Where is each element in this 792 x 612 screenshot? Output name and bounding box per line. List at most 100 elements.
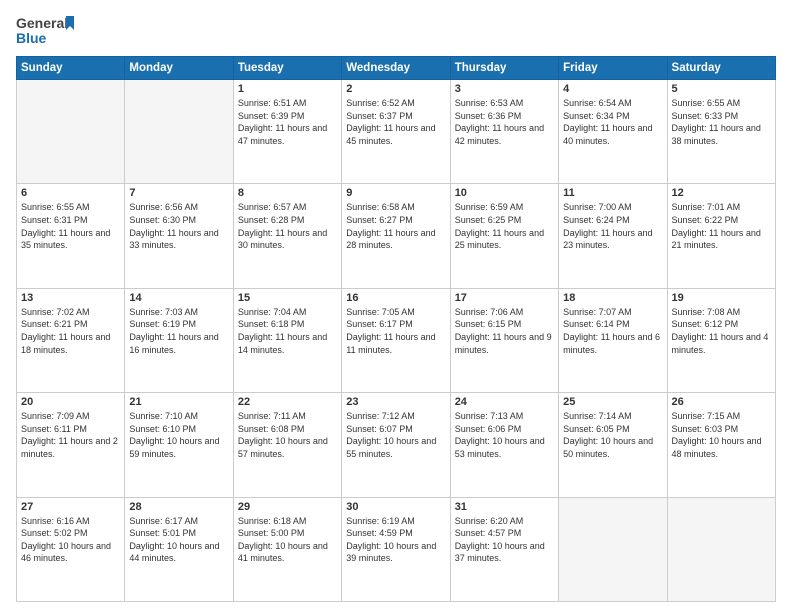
weekday-header-row: SundayMondayTuesdayWednesdayThursdayFrid… (17, 57, 776, 80)
cell-content: Sunrise: 7:13 AM Sunset: 6:06 PM Dayligh… (455, 410, 554, 460)
day-number: 15 (238, 292, 337, 304)
calendar-cell: 3 Sunrise: 6:53 AM Sunset: 6:36 PM Daylig… (450, 80, 558, 184)
cell-content: Sunrise: 6:59 AM Sunset: 6:25 PM Dayligh… (455, 201, 554, 251)
calendar-cell: 21 Sunrise: 7:10 AM Sunset: 6:10 PM Dayli… (125, 393, 233, 497)
cell-content: Sunrise: 7:04 AM Sunset: 6:18 PM Dayligh… (238, 306, 337, 356)
day-number: 9 (346, 187, 445, 199)
cell-content: Sunrise: 6:52 AM Sunset: 6:37 PM Dayligh… (346, 97, 445, 147)
day-number: 2 (346, 83, 445, 95)
calendar-cell: 11 Sunrise: 7:00 AM Sunset: 6:24 PM Dayli… (559, 184, 667, 288)
day-number: 30 (346, 501, 445, 513)
cell-content: Sunrise: 7:00 AM Sunset: 6:24 PM Dayligh… (563, 201, 662, 251)
calendar-cell: 18Sunrise: 7:07 AM Sunset: 6:14 PM Dayli… (559, 288, 667, 392)
weekday-header-wednesday: Wednesday (342, 57, 450, 80)
cell-content: Sunrise: 7:06 AM Sunset: 6:15 PM Dayligh… (455, 306, 554, 356)
calendar-cell (17, 80, 125, 184)
cell-content: Sunrise: 7:05 AM Sunset: 6:17 PM Dayligh… (346, 306, 445, 356)
day-number: 29 (238, 501, 337, 513)
weekday-header-friday: Friday (559, 57, 667, 80)
cell-content: Sunrise: 7:03 AM Sunset: 6:19 PM Dayligh… (129, 306, 228, 356)
day-number: 8 (238, 187, 337, 199)
day-number: 22 (238, 396, 337, 408)
calendar-cell: 4 Sunrise: 6:54 AM Sunset: 6:34 PM Daylig… (559, 80, 667, 184)
day-number: 7 (129, 187, 228, 199)
cell-content: Sunrise: 6:54 AM Sunset: 6:34 PM Dayligh… (563, 97, 662, 147)
calendar-cell: 14 Sunrise: 7:03 AM Sunset: 6:19 PM Dayli… (125, 288, 233, 392)
weekday-header-saturday: Saturday (667, 57, 775, 80)
calendar-cell: 28 Sunrise: 6:17 AM Sunset: 5:01 PM Dayli… (125, 497, 233, 601)
calendar-cell: 7 Sunrise: 6:56 AM Sunset: 6:30 PM Daylig… (125, 184, 233, 288)
weekday-header-monday: Monday (125, 57, 233, 80)
day-number: 3 (455, 83, 554, 95)
week-row-4: 20 Sunrise: 7:09 AM Sunset: 6:11 PM Dayli… (17, 393, 776, 497)
day-number: 27 (21, 501, 120, 513)
cell-content: Sunrise: 7:15 AM Sunset: 6:03 PM Dayligh… (672, 410, 771, 460)
logo-svg: GeneralBlue (16, 12, 76, 48)
cell-content: Sunrise: 7:09 AM Sunset: 6:11 PM Dayligh… (21, 410, 120, 460)
cell-content: Sunrise: 6:58 AM Sunset: 6:27 PM Dayligh… (346, 201, 445, 251)
cell-content: Sunrise: 6:17 AM Sunset: 5:01 PM Dayligh… (129, 515, 228, 565)
calendar-cell: 31Sunrise: 6:20 AM Sunset: 4:57 PM Dayli… (450, 497, 558, 601)
calendar-cell: 12Sunrise: 7:01 AM Sunset: 6:22 PM Dayli… (667, 184, 775, 288)
calendar-table: SundayMondayTuesdayWednesdayThursdayFrid… (16, 56, 776, 602)
day-number: 1 (238, 83, 337, 95)
calendar-cell: 22 Sunrise: 7:11 AM Sunset: 6:08 PM Dayli… (233, 393, 341, 497)
day-number: 25 (563, 396, 662, 408)
day-number: 6 (21, 187, 120, 199)
calendar-cell: 27Sunrise: 6:16 AM Sunset: 5:02 PM Dayli… (17, 497, 125, 601)
calendar-cell: 25 Sunrise: 7:14 AM Sunset: 6:05 PM Dayli… (559, 393, 667, 497)
calendar-cell: 17Sunrise: 7:06 AM Sunset: 6:15 PM Dayli… (450, 288, 558, 392)
cell-content: Sunrise: 7:01 AM Sunset: 6:22 PM Dayligh… (672, 201, 771, 251)
day-number: 11 (563, 187, 662, 199)
calendar-cell: 30Sunrise: 6:19 AM Sunset: 4:59 PM Dayli… (342, 497, 450, 601)
cell-content: Sunrise: 6:57 AM Sunset: 6:28 PM Dayligh… (238, 201, 337, 251)
day-number: 23 (346, 396, 445, 408)
day-number: 4 (563, 83, 662, 95)
calendar-cell: 26 Sunrise: 7:15 AM Sunset: 6:03 PM Dayli… (667, 393, 775, 497)
weekday-header-thursday: Thursday (450, 57, 558, 80)
svg-text:Blue: Blue (16, 30, 47, 46)
calendar-cell (125, 80, 233, 184)
calendar-cell: 20 Sunrise: 7:09 AM Sunset: 6:11 PM Dayli… (17, 393, 125, 497)
cell-content: Sunrise: 6:56 AM Sunset: 6:30 PM Dayligh… (129, 201, 228, 251)
calendar-cell: 2 Sunrise: 6:52 AM Sunset: 6:37 PM Daylig… (342, 80, 450, 184)
calendar-cell: 19 Sunrise: 7:08 AM Sunset: 6:12 PM Dayli… (667, 288, 775, 392)
cell-content: Sunrise: 6:51 AM Sunset: 6:39 PM Dayligh… (238, 97, 337, 147)
cell-content: Sunrise: 7:08 AM Sunset: 6:12 PM Dayligh… (672, 306, 771, 356)
cell-content: Sunrise: 7:02 AM Sunset: 6:21 PM Dayligh… (21, 306, 120, 356)
cell-content: Sunrise: 6:55 AM Sunset: 6:33 PM Dayligh… (672, 97, 771, 147)
calendar-cell (667, 497, 775, 601)
cell-content: Sunrise: 7:14 AM Sunset: 6:05 PM Dayligh… (563, 410, 662, 460)
cell-content: Sunrise: 7:11 AM Sunset: 6:08 PM Dayligh… (238, 410, 337, 460)
cell-content: Sunrise: 6:55 AM Sunset: 6:31 PM Dayligh… (21, 201, 120, 251)
logo: GeneralBlue (16, 12, 76, 48)
day-number: 20 (21, 396, 120, 408)
cell-content: Sunrise: 6:53 AM Sunset: 6:36 PM Dayligh… (455, 97, 554, 147)
calendar-cell: 9 Sunrise: 6:58 AM Sunset: 6:27 PM Daylig… (342, 184, 450, 288)
calendar-cell: 13 Sunrise: 7:02 AM Sunset: 6:21 PM Dayli… (17, 288, 125, 392)
cell-content: Sunrise: 7:10 AM Sunset: 6:10 PM Dayligh… (129, 410, 228, 460)
weekday-header-sunday: Sunday (17, 57, 125, 80)
week-row-2: 6 Sunrise: 6:55 AM Sunset: 6:31 PM Daylig… (17, 184, 776, 288)
day-number: 24 (455, 396, 554, 408)
day-number: 14 (129, 292, 228, 304)
cell-content: Sunrise: 7:12 AM Sunset: 6:07 PM Dayligh… (346, 410, 445, 460)
day-number: 5 (672, 83, 771, 95)
calendar-cell: 1 Sunrise: 6:51 AM Sunset: 6:39 PM Daylig… (233, 80, 341, 184)
calendar-cell: 8 Sunrise: 6:57 AM Sunset: 6:28 PM Daylig… (233, 184, 341, 288)
day-number: 18 (563, 292, 662, 304)
svg-text:General: General (16, 15, 68, 31)
day-number: 19 (672, 292, 771, 304)
week-row-3: 13 Sunrise: 7:02 AM Sunset: 6:21 PM Dayli… (17, 288, 776, 392)
header: GeneralBlue (16, 12, 776, 48)
day-number: 28 (129, 501, 228, 513)
day-number: 26 (672, 396, 771, 408)
day-number: 21 (129, 396, 228, 408)
calendar-cell: 5 Sunrise: 6:55 AM Sunset: 6:33 PM Daylig… (667, 80, 775, 184)
calendar-cell: 29Sunrise: 6:18 AM Sunset: 5:00 PM Dayli… (233, 497, 341, 601)
day-number: 13 (21, 292, 120, 304)
day-number: 10 (455, 187, 554, 199)
week-row-5: 27Sunrise: 6:16 AM Sunset: 5:02 PM Dayli… (17, 497, 776, 601)
cell-content: Sunrise: 6:20 AM Sunset: 4:57 PM Dayligh… (455, 515, 554, 565)
calendar-page: GeneralBlue SundayMondayTuesdayWednesday… (0, 0, 792, 612)
